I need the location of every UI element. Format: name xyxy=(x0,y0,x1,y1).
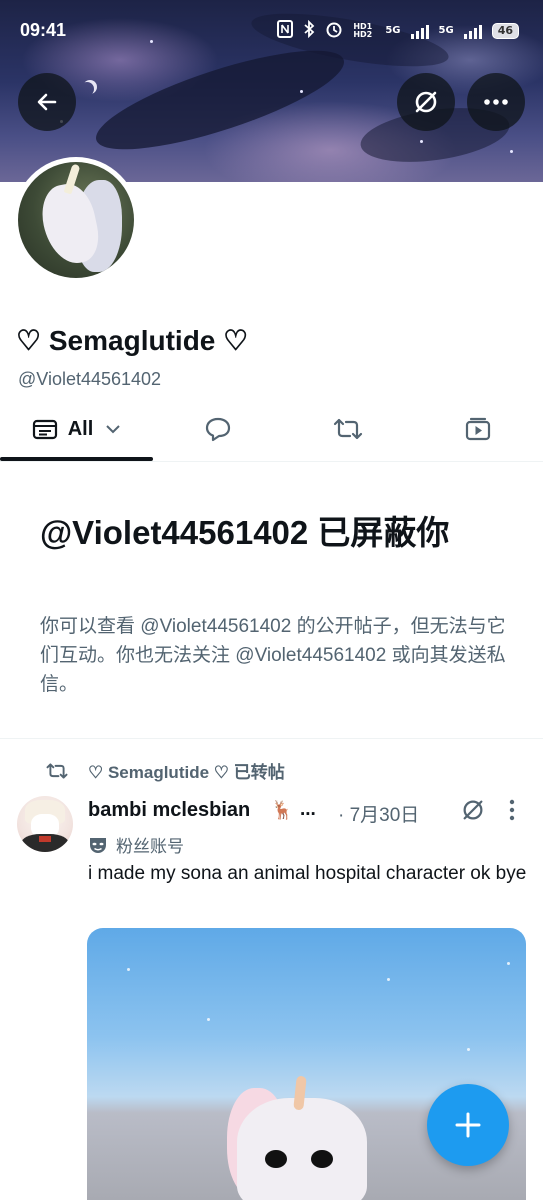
repost-icon xyxy=(46,762,68,779)
tab-selected-indicator xyxy=(0,457,153,461)
author-name-emoji: 🦌 xyxy=(271,800,294,820)
profile-handle: @Violet44561402 xyxy=(18,369,162,389)
network-type-2: 5G xyxy=(438,25,454,36)
profile-tabs: All xyxy=(0,398,543,462)
status-icons: HD1 HD2 5G 5G 46 xyxy=(277,19,519,41)
reply-icon xyxy=(205,417,231,442)
post-header: bambi mclesbian 🦌 ... · 7月30日 xyxy=(88,797,528,828)
post-text: i made my sona an animal hospital charac… xyxy=(88,863,527,884)
grok-button[interactable] xyxy=(397,73,455,131)
tab-reposts[interactable] xyxy=(283,398,413,460)
post-author-name[interactable]: bambi mclesbian xyxy=(88,799,250,822)
banner-star xyxy=(420,140,423,143)
signal-strength-1-icon xyxy=(410,23,429,39)
profile-avatar[interactable] xyxy=(13,157,139,283)
back-arrow-icon xyxy=(37,93,57,111)
tab-media[interactable] xyxy=(413,398,543,460)
blocked-title: @Violet44561402 已屏蔽你 xyxy=(40,514,450,551)
display-name: ♡ Semaglutide ♡ xyxy=(16,325,249,356)
tab-replies[interactable] xyxy=(153,398,283,460)
network-type-1: 5G xyxy=(385,25,401,36)
grok-icon xyxy=(415,91,437,113)
chevron-down-icon xyxy=(106,425,120,434)
posts-icon xyxy=(32,419,57,440)
back-button[interactable] xyxy=(18,73,76,131)
fan-account-label: 粉丝账号 xyxy=(116,837,184,856)
banner-star xyxy=(510,150,513,153)
mask-icon xyxy=(90,837,106,853)
tab-all[interactable]: All xyxy=(0,398,153,461)
image-character-eye xyxy=(311,1150,333,1168)
signal-strength-2-icon xyxy=(463,23,482,39)
tab-all-label: All xyxy=(67,417,94,440)
banner-moon xyxy=(80,82,94,96)
compose-button[interactable] xyxy=(427,1084,509,1166)
image-snowflake xyxy=(207,1018,210,1021)
post-more-button[interactable] xyxy=(508,799,516,826)
post-grok-button[interactable] xyxy=(460,797,486,828)
avatar-bow xyxy=(39,836,51,842)
post-date[interactable]: · 7月30日 xyxy=(338,800,419,827)
plus-icon xyxy=(455,1112,481,1138)
nfc-icon xyxy=(277,20,294,41)
more-vertical-icon xyxy=(509,799,515,821)
blocked-description: 你可以查看 @Violet44561402 的公开帖子，但无法与它们互动。你也无… xyxy=(40,616,506,695)
image-snowflake xyxy=(507,962,510,965)
author-name-truncation: ... xyxy=(300,799,316,820)
status-time: 09:41 xyxy=(20,20,67,40)
repost-icon xyxy=(333,418,363,440)
image-character-eye xyxy=(265,1150,287,1168)
banner-star xyxy=(300,90,303,93)
avatar-image xyxy=(18,162,134,278)
status-bar: 09:41 HD1 HD2 5G 5G 46 xyxy=(0,0,543,62)
image-snowflake xyxy=(127,968,130,971)
image-snowflake xyxy=(387,978,390,981)
image-character-body xyxy=(237,1098,367,1200)
image-snowflake xyxy=(467,1048,470,1051)
repost-indicator[interactable]: ♡ Semaglutide ♡ 已转帖 xyxy=(46,758,285,783)
media-icon xyxy=(465,417,491,441)
post-author-avatar[interactable] xyxy=(17,796,73,852)
repost-label: ♡ Semaglutide ♡ 已转帖 xyxy=(88,763,285,782)
bluetooth-icon xyxy=(303,19,315,41)
more-options-button[interactable] xyxy=(467,73,525,131)
battery-icon: 46 xyxy=(491,22,519,39)
fan-account-badge: 粉丝账号 xyxy=(88,832,184,857)
alarm-icon xyxy=(325,20,343,41)
grok-icon xyxy=(463,800,483,820)
hd-voice-label: HD1 HD2 xyxy=(353,21,373,39)
more-dots-icon xyxy=(484,99,508,105)
section-divider xyxy=(0,738,543,739)
